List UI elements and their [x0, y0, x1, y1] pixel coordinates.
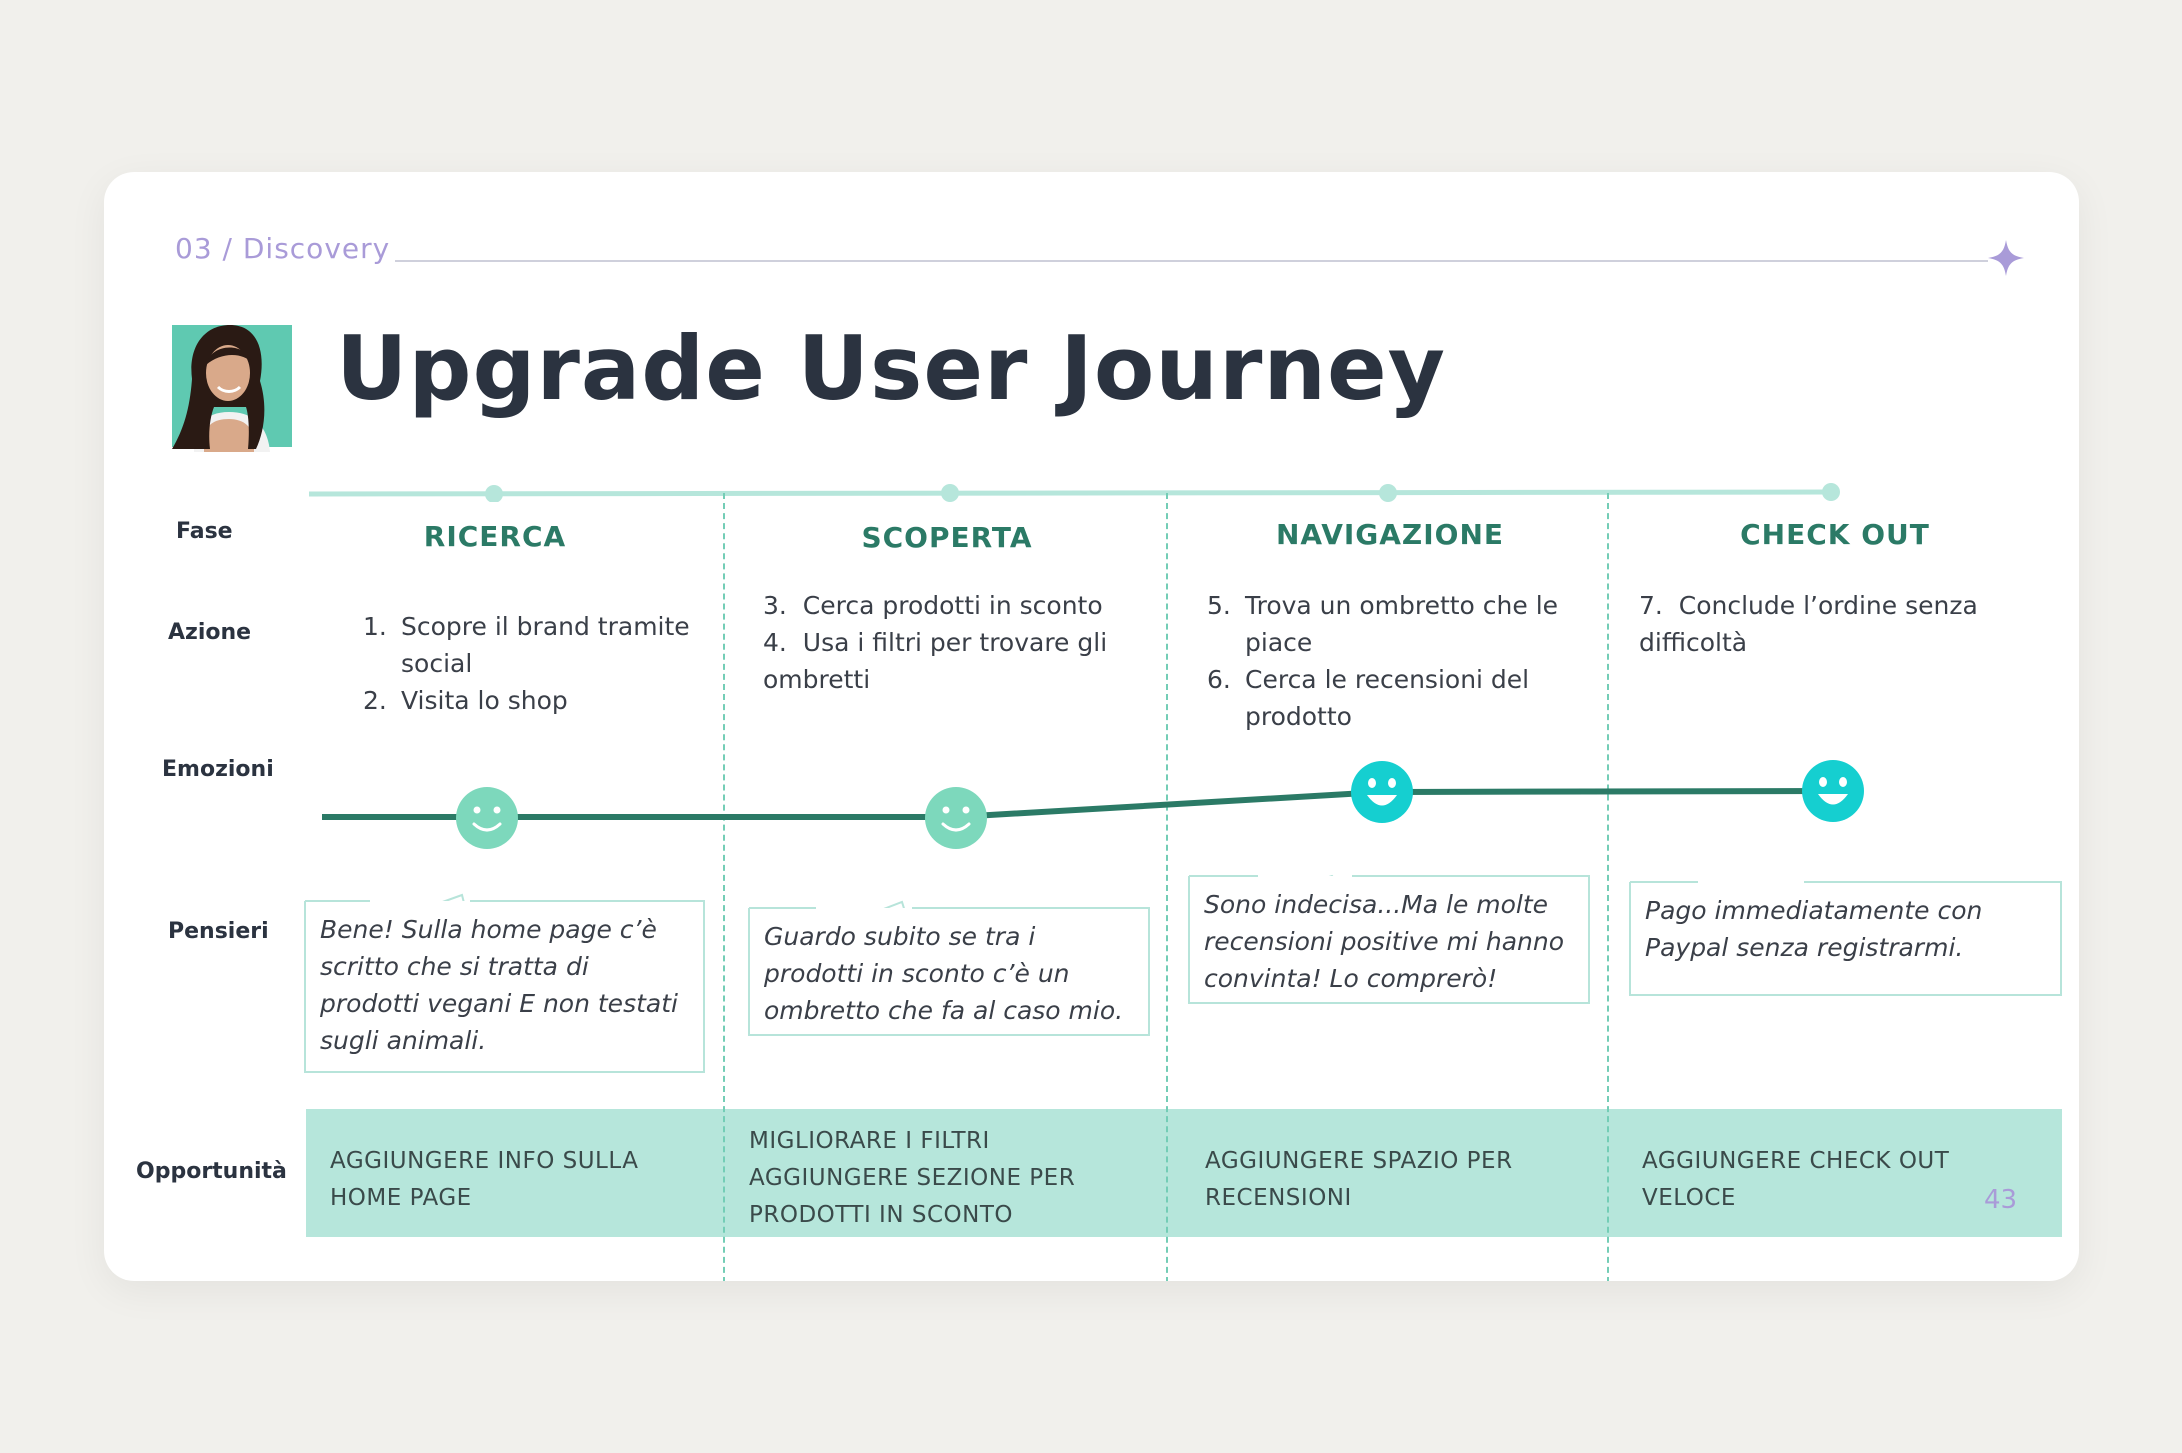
slide-card: 03 / Discovery Upgrade User Journey Fase…: [104, 172, 2079, 1281]
sparkle-icon: [1988, 240, 2024, 276]
phase-name-scoperta: SCOPERTA: [861, 521, 1033, 554]
action-item: 3. Cerca prodotti in sconto: [763, 591, 1103, 620]
emotion-curve: [322, 760, 1864, 849]
actions-ricerca: 1. Scopre il brand tramite social 2. Visit…: [363, 608, 703, 719]
page-title: Upgrade User Journey: [336, 317, 1447, 420]
timeline-dot-scoperta: [941, 484, 959, 502]
section-label: 03 / Discovery: [175, 232, 391, 265]
phase-timeline: [308, 483, 1840, 502]
action-item: 1. Scopre il brand tramite social: [363, 612, 690, 678]
actions-checkout: 7. Conclude l’ordine senza difficoltà: [1639, 587, 2019, 661]
action-item: 6. Cerca le recensioni del prodotto: [1207, 665, 1530, 731]
happy-face-icon: [1802, 760, 1864, 822]
thought-text: Bene! Sulla home page c’è scritto che si…: [320, 915, 678, 1055]
timeline-dot-ricerca: [485, 485, 503, 502]
smile-face-icon: [925, 787, 987, 849]
opportunity-checkout: AGGIUNGERE CHECK OUT VELOCE: [1642, 1148, 1950, 1211]
persona-avatar: [172, 325, 292, 452]
opportunity-ricerca: AGGIUNGERE INFO SULLA HOME PAGE: [330, 1148, 639, 1211]
actions-scoperta: 3. Cerca prodotti in sconto 4. Usa i fil…: [763, 587, 1143, 698]
page-number: 43: [1984, 1185, 2018, 1215]
thought-borders: [305, 875, 2062, 909]
opportunity-scoperta: MIGLIORARE I FILTRI AGGIUNGERE SEZIONE P…: [749, 1128, 1076, 1228]
row-label-action: Azione: [168, 620, 252, 645]
timeline-dot-checkout: [1822, 483, 1840, 501]
row-label-opportunities: Opportunità: [136, 1159, 287, 1184]
phase-name-ricerca: RICERCA: [423, 520, 567, 553]
smile-face-icon: [456, 787, 518, 849]
action-item: 7. Conclude l’ordine senza difficoltà: [1639, 591, 1978, 657]
action-item: 4. Usa i filtri per trovare gli ombretti: [763, 628, 1108, 694]
timeline-dot-navigazione: [1379, 484, 1397, 502]
happy-face-icon: [1351, 761, 1413, 823]
action-item: 2. Visita lo shop: [363, 686, 568, 715]
header-divider: [395, 260, 1988, 262]
thought-text: Guardo subito se tra i prodotti in scont…: [764, 922, 1124, 1025]
phase-name-checkout: CHECK OUT: [1740, 518, 1930, 551]
action-item: 5. Trova un ombretto che le piace: [1207, 591, 1559, 657]
opportunity-navigazione: AGGIUNGERE SPAZIO PER RECENSIONI: [1205, 1148, 1513, 1211]
row-label-phase: Fase: [176, 519, 233, 544]
phase-name-navigazione: NAVIGAZIONE: [1275, 518, 1505, 551]
thought-bubble-scoperta: Guardo subito se tra i prodotti in scont…: [748, 908, 1150, 1036]
thought-bubble-ricerca: Bene! Sulla home page c’è scritto che si…: [304, 901, 705, 1073]
actions-navigazione: 5. Trova un ombretto che le piace 6. Cerca…: [1207, 587, 1587, 735]
